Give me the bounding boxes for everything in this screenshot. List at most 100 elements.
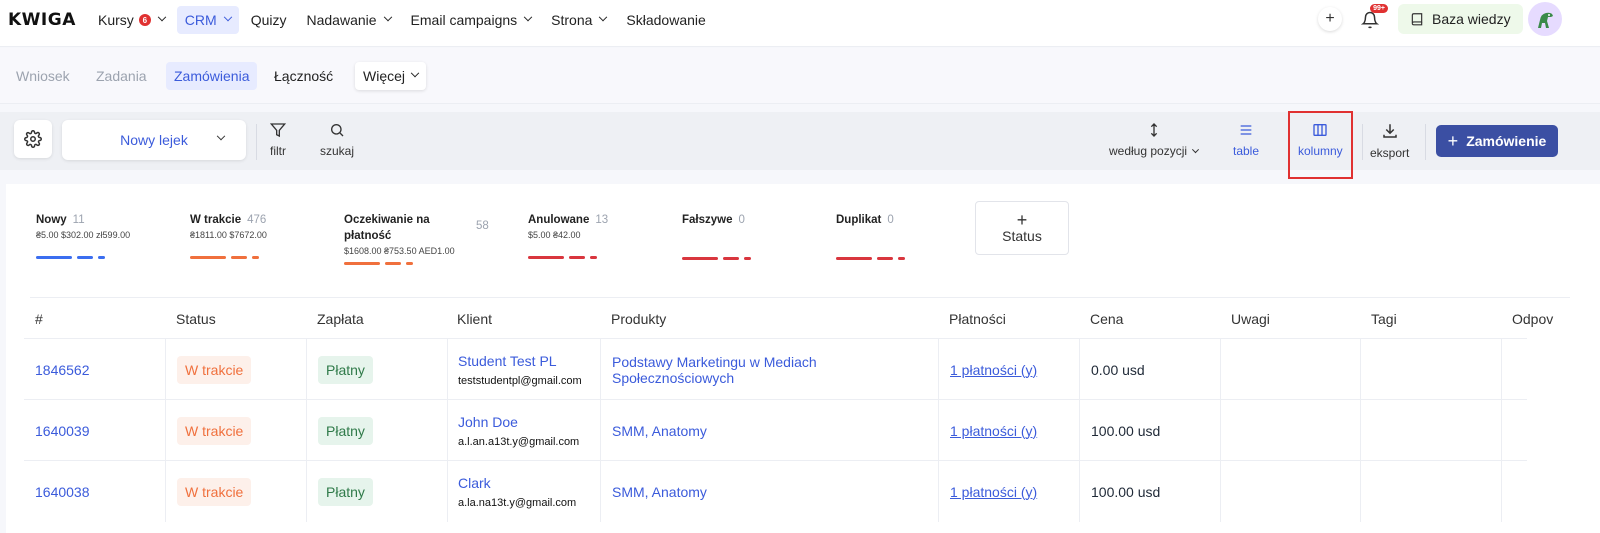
status-column-oczekiwanie[interactable]: Oczekiwanie na płatność 58 $1608.00 ₴753… [344,212,489,265]
chevron-down-icon [410,68,420,78]
nav-kursy[interactable]: Kursy 6 [90,6,173,34]
notes-cell[interactable] [1220,400,1360,461]
plus-icon: + [1325,10,1335,27]
chevron-down-icon [223,12,232,22]
tab-lacznosc[interactable]: Łączność [266,62,341,90]
main-nav: Kursy 6 CRM Quizy Nadawanie Email campai… [90,6,714,34]
status-column-w-trakcie[interactable]: W trakcie 476 ₴1811.00 $7672.00 [190,212,267,259]
table-view-button[interactable]: table [1233,122,1259,158]
table-row[interactable]: 1640038 W trakcie Płatny Clark a.la.na13… [24,460,1527,522]
status-count: 476 [247,214,267,226]
status-name: Duplikat [836,214,882,226]
client-name-link[interactable]: Clark [458,475,491,491]
status-amount: ₴5.00 $302.00 zł599.00 [36,230,131,240]
tags-cell[interactable] [1360,461,1501,522]
order-id-link[interactable]: 1846562 [35,362,90,378]
sort-button[interactable]: według pozycji [1109,122,1200,158]
add-button[interactable]: + [1318,7,1342,31]
settings-button[interactable] [14,120,52,158]
client-name-link[interactable]: John Doe [458,414,518,430]
crm-subtabs: Wniosek Zadania Zamówienia Łączność Więc… [0,48,1600,104]
nav-quizy[interactable]: Quizy [243,6,295,34]
status-amount: $5.00 ₴42.00 [528,230,581,240]
export-button[interactable]: eksport [1370,122,1409,160]
payments-link[interactable]: 1 płatności (y) [950,423,1037,439]
status-progress [344,262,484,265]
nav-email-campaigns[interactable]: Email campaigns [403,6,540,34]
table-view-label: table [1233,144,1260,158]
status-badge[interactable]: W trakcie [177,355,252,384]
column-header[interactable]: Uwagi [1231,311,1270,327]
knowledge-base-button[interactable]: Baza wiedzy [1398,4,1523,34]
tab-zamowienia[interactable]: Zamówienia [166,62,258,90]
funnel-select[interactable]: Nowy lejek [62,120,246,160]
search-button[interactable]: szukaj [320,122,354,158]
column-header[interactable]: Zapłata [317,311,364,327]
status-badge[interactable]: W trakcie [177,477,252,506]
add-order-label: Zamówienie [1466,133,1547,149]
chevron-down-icon [383,12,392,22]
logo[interactable]: KWIGA [8,10,76,30]
chevron-down-icon [599,12,608,22]
nav-crm[interactable]: CRM [176,6,239,34]
notes-cell[interactable] [1220,339,1360,400]
column-header[interactable]: Produkty [611,311,666,327]
table-header: # Status Zapłata Klient Produkty Płatnoś… [24,304,1600,338]
nav-kursy-label: Kursy [98,12,134,28]
order-id-link[interactable]: 1640038 [35,484,90,500]
notifications-badge: 99+ [1370,4,1388,13]
status-column-nowy[interactable]: Nowy 11 ₴5.00 $302.00 zł599.00 [36,212,130,259]
chevron-down-icon [216,131,226,141]
order-id-link[interactable]: 1640039 [35,423,90,439]
column-header[interactable]: Status [176,311,216,327]
filter-button[interactable]: filtr [270,122,286,158]
column-header[interactable]: Odpov [1512,311,1553,327]
nav-email-campaigns-label: Email campaigns [410,12,518,28]
products-link[interactable]: Podstawy Marketingu w Mediach Społecznoś… [612,354,938,386]
status-count: 13 [595,214,609,226]
tags-cell[interactable] [1360,400,1501,461]
responsible-cell[interactable] [1501,461,1527,522]
status-badge[interactable]: W trakcie [177,416,252,445]
tab-zadania[interactable]: Zadania [88,62,155,90]
avatar[interactable] [1528,2,1562,36]
status-count: 58 [476,220,489,232]
payments-link[interactable]: 1 płatności (y) [950,362,1037,378]
nav-nadawanie[interactable]: Nadawanie [298,6,398,34]
tab-wniosek[interactable]: Wniosek [8,62,78,90]
nav-skladowanie[interactable]: Składowanie [618,6,713,34]
table-row[interactable]: 1640039 W trakcie Płatny John Doe a.l.an… [24,399,1527,461]
column-header[interactable]: Klient [457,311,492,327]
top-navbar: KWIGA Kursy 6 CRM Quizy Nadawanie Email … [0,0,1600,47]
column-header[interactable]: Płatności [949,311,1006,327]
table-row[interactable]: 1846562 W trakcie Płatny Student Test PL… [24,338,1527,400]
payment-badge: Płatny [318,477,373,506]
status-count: 11 [72,214,85,226]
tab-wiecej[interactable]: Więcej [355,62,427,90]
column-header[interactable]: Tagi [1371,311,1397,327]
products-link[interactable]: SMM, Anatomy [612,484,707,500]
status-column-anulowane[interactable]: Anulowane 13 $5.00 ₴42.00 [528,212,608,259]
status-column-duplikat[interactable]: Duplikat 0 [836,212,905,260]
status-name: Oczekiwanie na płatność [344,214,430,242]
products-link[interactable]: SMM, Anatomy [612,423,707,439]
column-header[interactable]: # [35,311,43,327]
client-name-link[interactable]: Student Test PL [458,353,557,369]
sort-arrows-icon [1150,123,1157,137]
notes-cell[interactable] [1220,461,1360,522]
notifications-button[interactable]: 99+ [1356,4,1388,34]
nav-strona[interactable]: Strona [543,6,614,34]
payments-link[interactable]: 1 płatności (y) [950,484,1037,500]
responsible-cell[interactable] [1501,339,1527,400]
column-header[interactable]: Cena [1090,311,1123,327]
sort-label: według pozycji [1109,144,1200,158]
tags-cell[interactable] [1360,339,1501,400]
responsible-cell[interactable] [1501,400,1527,461]
status-column-falszywe[interactable]: Fałszywe 0 [682,212,751,260]
plus-icon: + [1016,210,1028,230]
price-value: 0.00 usd [1091,361,1145,378]
list-icon [1240,125,1252,135]
add-status-button[interactable]: + Status [975,201,1069,255]
add-order-button[interactable]: + Zamówienie [1436,125,1558,157]
search-icon [331,124,344,137]
